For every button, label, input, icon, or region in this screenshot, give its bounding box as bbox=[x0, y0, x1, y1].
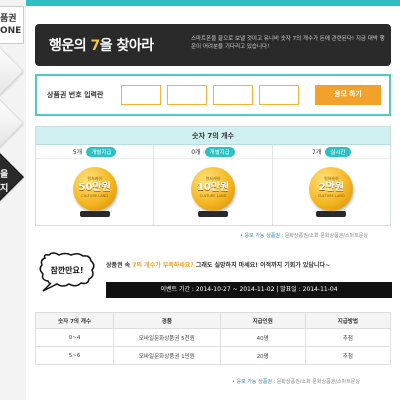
payout-badge: 개별지급 bbox=[204, 146, 235, 157]
table-cell: 0~4 bbox=[34, 328, 115, 347]
coin-stand bbox=[197, 211, 228, 217]
eligible-note-pre: • 응모 가능 상품권 : bbox=[232, 379, 277, 385]
banner-title-pre: 행운의 bbox=[49, 38, 91, 54]
header-banner: 행운의 7을 찾아라 스마트폰을 끝으로 보낼 것이고 유니비 숫자 7의 개수… bbox=[35, 24, 391, 66]
table-header-cell: 지급방법 bbox=[304, 312, 392, 329]
coin-brand: CULTURE LAND bbox=[317, 194, 345, 198]
prize-column: 5개 개별지급 컬쳐캐쉬 50만원 CULTURE LAND bbox=[36, 145, 155, 225]
table-cell: 40명 bbox=[219, 328, 306, 347]
code-field-1[interactable] bbox=[121, 85, 161, 105]
code-field-2[interactable] bbox=[167, 85, 207, 105]
banner-description: 스마트폰을 끝으로 보낼 것이고 유니비 숫자 7의 개수가 돈에 관련된다! … bbox=[191, 36, 385, 50]
banner-title: 행운의 7을 찾아라 bbox=[49, 35, 154, 55]
table-cell: 추첨 bbox=[304, 328, 392, 347]
side-tab-line1: 품권 bbox=[0, 14, 17, 24]
table-header-cell: 숫자 7의 개수 bbox=[34, 312, 115, 329]
coin-amount: 2만원 bbox=[318, 182, 344, 193]
coin-amount: 50만원 bbox=[78, 182, 111, 193]
table-cell: 5~6 bbox=[34, 346, 115, 365]
payout-badge: 실시간 bbox=[325, 146, 351, 157]
eligible-note-text: 문화상품권/소화 문화상품권/스마트문상 bbox=[284, 233, 368, 239]
payout-badge: 개별지급 bbox=[86, 146, 117, 157]
eligible-note: • 응모 가능 상품권 : 문화상품권/소화 문화상품권/스마트문상 bbox=[232, 378, 360, 385]
event-headline: 상품권 속 7의 개수가 부족하세요? 그래도 실망하지 마세요! 이적까지 기… bbox=[106, 260, 330, 269]
apply-button[interactable]: 응모 하기 bbox=[315, 85, 381, 105]
banner-title-post: 을 찾아라 bbox=[99, 38, 154, 54]
table-cell: 모바일문화상품권 5천원 bbox=[113, 328, 221, 347]
event-period-bar: 이벤트 기간 : 2014-10-27 ~ 2014-11-02 | 발표일 :… bbox=[106, 282, 392, 298]
prize-count: 0개 bbox=[191, 149, 201, 156]
event-headline-highlight: 7의 개수가 부족하세요? bbox=[132, 262, 194, 269]
side-dark-label: 을 지 bbox=[0, 170, 9, 194]
prize-column: 7개 실시간 컬쳐캐쉬 2만원 CULTURE LAND bbox=[272, 145, 390, 225]
coin-brand: CULTURE LAND bbox=[81, 194, 108, 198]
code-field-4[interactable] bbox=[259, 85, 299, 105]
top-accent-bar bbox=[0, 0, 400, 6]
prize-table: 숫자 7의 개수 5개 개별지급 컬쳐캐쉬 50만원 CULTURE LAND … bbox=[35, 126, 391, 226]
prize-header: 숫자 7의 개수 bbox=[36, 127, 390, 145]
decor-diamond bbox=[0, 96, 24, 150]
left-decor-strip: 품권 ONE 을 지 bbox=[0, 0, 26, 400]
code-input-label: 상품권 번호 입력란 bbox=[47, 91, 104, 99]
coin-stand bbox=[316, 211, 347, 217]
event-headline-post: 그래도 실망하지 마세요! 이적까지 기회가 있답니다~ bbox=[193, 262, 330, 269]
coin-brand: CULTURE LAND bbox=[199, 194, 227, 198]
result-table: 숫자 7의 개수 경품 지급인원 지급방법 0~4 모바일문화상품권 5천원 4… bbox=[34, 312, 392, 365]
table-row: 5~6 모바일문화상품권 1만원 20명 추첨 bbox=[34, 346, 392, 365]
decor-diamond bbox=[0, 44, 24, 98]
table-row: 0~4 모바일문화상품권 5천원 40명 추첨 bbox=[34, 328, 392, 347]
table-header-cell: 지급인원 bbox=[219, 312, 306, 329]
eligible-note-pre: • 응모 가능 상품권 : bbox=[240, 233, 285, 239]
side-tab[interactable]: 품권 ONE bbox=[0, 6, 24, 44]
side-tab-line2: ONE bbox=[0, 26, 22, 36]
bubble-text: 잠깐만요! bbox=[50, 265, 83, 275]
coin-amount: 10만원 bbox=[196, 182, 230, 193]
code-field-3[interactable] bbox=[213, 85, 253, 105]
table-cell: 모바일문화상품권 1만원 bbox=[113, 346, 221, 365]
speech-bubble-icon: 잠깐만요! bbox=[39, 252, 95, 292]
prize-count: 5개 bbox=[72, 149, 83, 156]
coin-icon: 컬쳐캐쉬 50만원 CULTURE LAND bbox=[72, 167, 117, 211]
prize-column: 0개 개별지급 컬쳐캐쉬 10만원 CULTURE LAND bbox=[154, 145, 273, 225]
table-header-row: 숫자 7의 개수 경품 지급인원 지급방법 bbox=[34, 312, 392, 329]
eligible-note-text: 문화상품권/소화 문화상품권/스마트문상 bbox=[276, 379, 360, 385]
coin-icon: 컬쳐캐쉬 10만원 CULTURE LAND bbox=[190, 167, 235, 211]
eligible-note: • 응모 가능 상품권 : 문화상품권/소화 문화상품권/스마트문상 bbox=[240, 232, 368, 239]
prize-header-label: 숫자 7의 개수 bbox=[192, 132, 234, 140]
event-headline-pre: 상품권 속 bbox=[106, 262, 133, 269]
table-cell: 20명 bbox=[219, 346, 306, 365]
coin-stand bbox=[79, 211, 110, 217]
coin-icon: 컬쳐캐쉬 2만원 CULTURE LAND bbox=[309, 167, 354, 211]
code-input-panel: 상품권 번호 입력란 응모 하기 bbox=[35, 74, 391, 116]
prize-count: 7개 bbox=[312, 149, 322, 156]
table-header-cell: 경품 bbox=[113, 312, 221, 329]
banner-title-num: 7 bbox=[90, 38, 101, 54]
table-cell: 추첨 bbox=[304, 346, 392, 365]
